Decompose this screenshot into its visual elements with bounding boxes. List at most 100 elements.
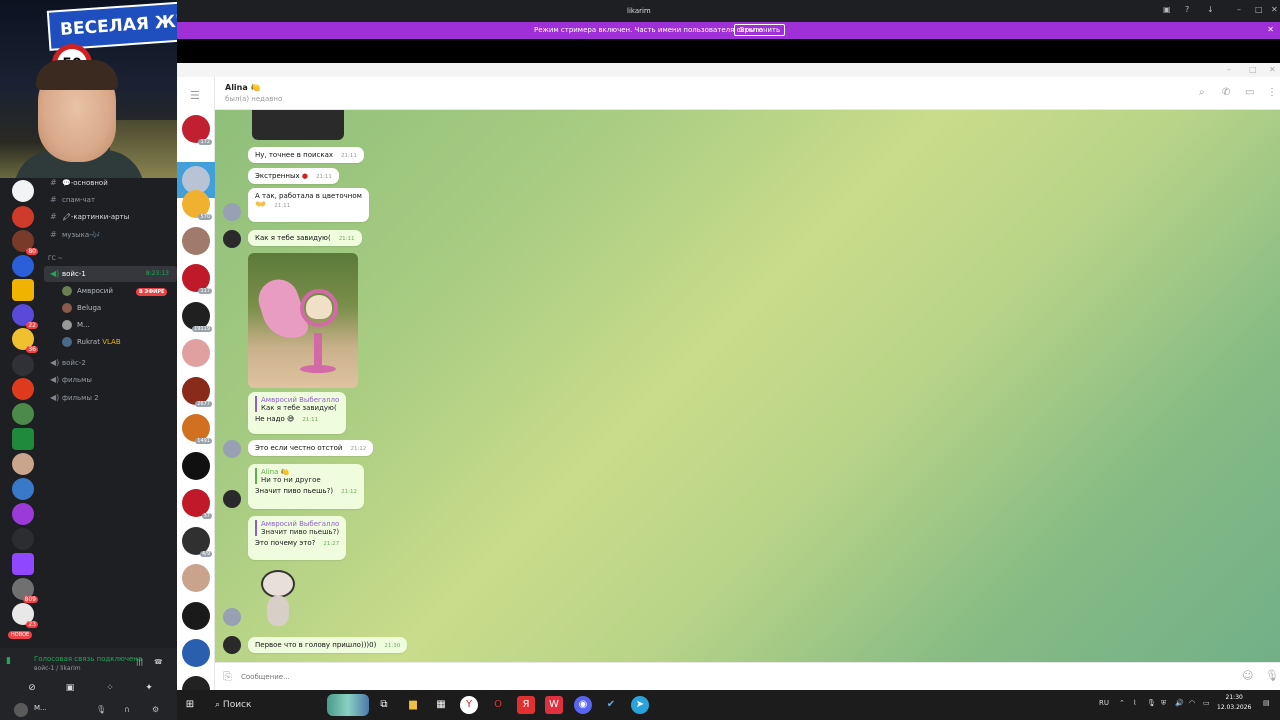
opera-icon[interactable]: O — [489, 696, 507, 714]
message-bubble[interactable]: Alina 🍋 Ни то ни другое Значит пиво пьешь… — [248, 464, 364, 509]
photo-message[interactable] — [248, 253, 358, 388]
message-bubble[interactable]: А так, работала в цветочном 👐 21:11 — [248, 188, 369, 222]
avatar[interactable] — [14, 703, 28, 717]
avatar[interactable] — [223, 203, 241, 221]
chat-avatar[interactable]: 570 — [182, 190, 212, 220]
server-icon[interactable] — [12, 503, 34, 525]
store-icon[interactable]: ▦ — [432, 696, 450, 714]
photo-message[interactable] — [252, 110, 344, 140]
voice-channel-2[interactable]: ◀) войс-2 — [44, 355, 177, 371]
twitch-server-icon[interactable] — [12, 553, 34, 575]
soundboard-icon[interactable]: ✦ — [133, 680, 165, 696]
steam-icon[interactable]: ✔ — [602, 696, 620, 714]
server-icon[interactable]: 80 — [12, 230, 38, 255]
yandex-browser-icon[interactable]: Y — [460, 696, 478, 714]
notifications-icon[interactable]: ▤ — [1263, 699, 1270, 707]
display-icon[interactable]: ▭ — [1203, 699, 1210, 707]
app-icon[interactable]: W — [545, 696, 563, 714]
headphones-icon[interactable]: ∩ — [124, 705, 130, 714]
chat-name[interactable]: Alina 🍋 — [225, 83, 261, 92]
telegram-icon[interactable]: ➤ — [631, 696, 649, 714]
taskbar-search[interactable]: ⌕ Поиск — [205, 694, 345, 716]
more-icon[interactable]: ⋮ — [1267, 87, 1277, 98]
mic-icon[interactable]: 🎙 — [1265, 669, 1279, 682]
voice-channel-films-2[interactable]: ◀) фильмы 2 — [44, 390, 177, 406]
chat-avatar[interactable]: 117 — [182, 264, 212, 294]
start-icon[interactable]: ⊞ — [181, 696, 199, 714]
chat-avatar[interactable]: 4/9 — [182, 527, 212, 557]
network-icon[interactable]: ⌇ — [1133, 699, 1136, 707]
activities-icon[interactable]: ⁘ — [94, 680, 126, 696]
avatar[interactable] — [223, 440, 241, 458]
menu-icon[interactable]: ☰ — [190, 89, 200, 102]
chat-avatar[interactable] — [182, 564, 210, 592]
voice-user[interactable]: Амвросий — [62, 283, 113, 299]
chat-avatar[interactable] — [182, 639, 210, 667]
explorer-icon[interactable]: ▆ — [404, 696, 422, 714]
chat-avatar[interactable]: 1491 — [182, 414, 212, 444]
voice-channel-name[interactable]: войс-1 / likarim — [34, 665, 81, 672]
message-bubble[interactable]: Амвросий Выбегалло Как я тебе завидую( Не… — [248, 392, 347, 434]
tray-chevron-icon[interactable]: ⌃ — [1119, 699, 1125, 707]
help-icon[interactable]: ? — [1185, 5, 1189, 14]
server-icon[interactable] — [12, 528, 34, 550]
voice-channel-1[interactable]: ◀) войс-1 8:23:13 — [44, 266, 177, 282]
voice-user[interactable]: Rukrat VLAB — [62, 334, 121, 350]
gear-icon[interactable]: ⚙ — [152, 705, 159, 714]
server-icon[interactable]: 22 — [12, 304, 38, 329]
maximize-icon[interactable]: □ — [1255, 5, 1263, 14]
chat-avatar[interactable]: 2677 — [182, 377, 212, 407]
chat-avatar[interactable] — [182, 602, 210, 630]
server-icon[interactable] — [12, 403, 34, 425]
server-icon[interactable] — [12, 255, 34, 277]
task-view-icon[interactable]: ⧉ — [375, 696, 393, 714]
yandex-icon[interactable]: Я — [517, 696, 535, 714]
chat-avatar[interactable]: 19119 — [182, 302, 212, 332]
message-bubble[interactable]: Ну, точнее в поисках 21:11 — [248, 147, 364, 163]
message-bubble[interactable]: Это если честно отстой 21:12 — [248, 440, 374, 456]
close-icon[interactable]: ✕ — [1267, 25, 1274, 34]
reply-quote[interactable]: Амвросий Выбегалло Как я тебе завидую( — [255, 396, 339, 412]
screen-share-icon[interactable]: ▣ — [54, 680, 86, 696]
server-icon[interactable]: 23 — [12, 603, 38, 628]
server-icon[interactable] — [12, 279, 34, 301]
message-bubble[interactable]: Амвросий Выбегалло Значит пиво пьешь?) Эт… — [248, 516, 347, 560]
avatar[interactable] — [223, 636, 241, 654]
phone-icon[interactable]: ✆ — [1222, 87, 1230, 98]
voice-user[interactable]: Beluga — [62, 300, 101, 316]
message-bubble[interactable]: Как я тебе завидую(21:11 — [248, 230, 362, 246]
category-voice[interactable]: ГС ~ — [44, 251, 177, 267]
disconnect-icon[interactable]: ☎ — [154, 658, 163, 666]
server-icon[interactable] — [12, 354, 34, 376]
speaker-icon[interactable]: 🔊 — [1175, 699, 1184, 707]
channel-spam[interactable]: # спам-чат — [44, 192, 177, 208]
security-icon[interactable]: ⛨ — [1161, 699, 1166, 708]
maximize-icon[interactable]: □ — [1249, 65, 1257, 74]
chat-avatar[interactable]: 37 — [182, 489, 212, 519]
taskbar-clock[interactable]: 21:30 12.03.2026 — [1217, 693, 1251, 713]
camera-icon[interactable]: ⊘ — [16, 680, 48, 696]
avatar[interactable] — [223, 608, 241, 626]
close-icon[interactable]: ✕ — [1271, 5, 1278, 14]
voice-user[interactable]: М... — [62, 317, 90, 333]
server-icon[interactable]: 809 — [12, 578, 38, 603]
search-highlight-image[interactable] — [327, 694, 369, 716]
reply-quote[interactable]: Амвросий Выбегалло Значит пиво пьешь?) — [255, 520, 339, 536]
server-icon[interactable] — [12, 478, 34, 500]
sticker-message[interactable] — [259, 568, 297, 628]
reply-quote[interactable]: Alina 🍋 Ни то ни другое — [255, 468, 357, 484]
message-bubble[interactable]: Первое что в голову пришло)))0) 21:30 — [248, 637, 408, 653]
sidebar-toggle-icon[interactable]: ▭ — [1245, 87, 1254, 98]
attach-icon[interactable]: ⎘ — [223, 670, 232, 684]
wifi-icon[interactable]: ◠ — [1189, 699, 1195, 707]
mic-icon[interactable]: 🎙 — [96, 705, 106, 714]
channel-art[interactable]: # 🖍-картинки-арты — [44, 209, 177, 225]
search-icon[interactable]: ⌕ — [1199, 87, 1205, 98]
avatar[interactable] — [223, 230, 241, 248]
minimize-icon[interactable]: – — [1227, 65, 1231, 74]
disable-streamer-button[interactable]: Отключить — [734, 24, 786, 36]
message-input[interactable] — [241, 669, 1201, 685]
message-bubble[interactable]: Экстренных ● 21:11 — [248, 168, 339, 184]
emoji-icon[interactable]: ☺ — [1242, 669, 1253, 682]
chat-avatar[interactable]: 172 — [182, 115, 212, 145]
